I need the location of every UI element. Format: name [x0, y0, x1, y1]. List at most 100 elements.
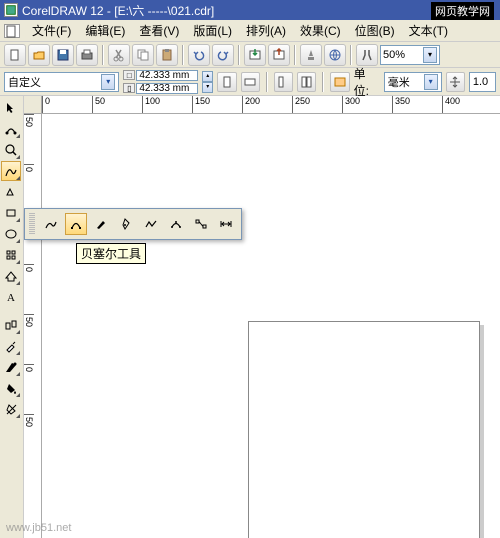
paper-size-value: 自定义 [8, 74, 41, 90]
separator [182, 45, 184, 65]
tooltip: 贝塞尔工具 [76, 243, 146, 264]
basic-shapes-tool[interactable] [1, 266, 21, 286]
chevron-down-icon[interactable]: ▾ [424, 74, 438, 90]
ruler-tick: 300 [342, 96, 392, 113]
menu-file[interactable]: 文件(F) [26, 20, 77, 41]
new-button[interactable] [4, 44, 26, 66]
toolbox-gap [1, 308, 22, 314]
open-button[interactable] [28, 44, 50, 66]
landscape-button[interactable] [241, 72, 260, 92]
menu-bitmap[interactable]: 位图(B) [349, 20, 401, 41]
text-tool[interactable]: A [1, 287, 21, 307]
ruler-tick: 50 [92, 96, 142, 113]
portrait-button[interactable] [217, 72, 236, 92]
chevron-down-icon[interactable]: ▾ [101, 74, 115, 90]
copy-button[interactable] [132, 44, 154, 66]
canvas-area[interactable]: 0 50 100 150 200 250 300 350 400 50 0 50… [24, 96, 500, 538]
dim-spinner[interactable]: ▴ ▾ [202, 71, 213, 93]
pages-button-3[interactable] [330, 72, 349, 92]
options-button[interactable] [356, 44, 378, 66]
shape-tool[interactable] [1, 119, 21, 139]
units-label: 单位: [354, 65, 380, 99]
ruler-vertical[interactable]: 50 0 50 0 50 0 50 [24, 114, 42, 538]
page-boundary [248, 321, 480, 538]
units-value: 毫米 [388, 74, 410, 90]
spin-down-icon[interactable]: ▾ [202, 82, 213, 93]
connector-tool[interactable] [190, 213, 212, 235]
import-button[interactable] [244, 44, 266, 66]
pages-button-2[interactable] [297, 72, 316, 92]
chevron-down-icon[interactable]: ▾ [423, 47, 437, 63]
ruler-corner[interactable] [24, 96, 42, 114]
curve-tool[interactable] [1, 161, 21, 181]
menu-layout[interactable]: 版面(L) [187, 20, 238, 41]
pick-tool[interactable] [1, 98, 21, 118]
zoom-combo[interactable]: 50% ▾ [380, 45, 440, 65]
polyline-tool[interactable] [140, 213, 162, 235]
watermark-bottom: www.jb51.net [6, 522, 71, 534]
doc-icon[interactable] [4, 24, 20, 38]
page-width-input[interactable]: 42.333 mm [136, 70, 198, 81]
blend-tool[interactable] [1, 315, 21, 335]
eyedropper-tool[interactable] [1, 336, 21, 356]
ruler-tick: 150 [192, 96, 242, 113]
polygon-tool[interactable] [1, 245, 21, 265]
watermark-top: 网页教学网 [431, 2, 494, 20]
ruler-tick: 200 [242, 96, 292, 113]
separator [102, 45, 104, 65]
ruler-tick: 50 [24, 314, 34, 364]
ruler-tick: 0 [24, 264, 34, 314]
nudge-input[interactable]: 1.0 [469, 72, 496, 92]
ruler-tick: 350 [392, 96, 442, 113]
pen-tool[interactable] [115, 213, 137, 235]
ruler-tick: 100 [142, 96, 192, 113]
three-point-curve-tool[interactable] [165, 213, 187, 235]
curve-flyout [24, 208, 242, 240]
menu-arrange[interactable]: 排列(A) [240, 20, 292, 41]
undo-button[interactable] [188, 44, 210, 66]
menu-effects[interactable]: 效果(C) [294, 20, 347, 41]
dimension-tool[interactable] [215, 213, 237, 235]
artistic-media-tool[interactable] [90, 213, 112, 235]
smart-draw-tool[interactable] [1, 182, 21, 202]
spin-up-icon[interactable]: ▴ [202, 71, 213, 82]
cut-button[interactable] [108, 44, 130, 66]
save-button[interactable] [52, 44, 74, 66]
pages-button-1[interactable] [274, 72, 293, 92]
separator [294, 45, 296, 65]
redo-button[interactable] [212, 44, 234, 66]
corel-online-button[interactable] [324, 44, 346, 66]
app-launcher-button[interactable] [300, 44, 322, 66]
ruler-tick: 250 [292, 96, 342, 113]
units-combo[interactable]: 毫米 ▾ [384, 72, 442, 92]
nudge-value: 1.0 [473, 76, 488, 88]
outline-tool[interactable] [1, 357, 21, 377]
zoom-value: 50% [383, 49, 405, 61]
standard-toolbar: 50% ▾ [0, 42, 500, 68]
separator [266, 72, 268, 92]
separator [238, 45, 240, 65]
menu-view[interactable]: 查看(V) [133, 20, 185, 41]
paste-button[interactable] [156, 44, 178, 66]
zoom-tool[interactable] [1, 140, 21, 160]
ruler-tick: 0 [42, 96, 92, 113]
interactive-fill-tool[interactable] [1, 399, 21, 419]
paper-size-combo[interactable]: 自定义 ▾ [4, 72, 119, 92]
print-button[interactable] [76, 44, 98, 66]
menu-text[interactable]: 文本(T) [403, 20, 454, 41]
freehand-tool[interactable] [40, 213, 62, 235]
window-title: CorelDRAW 12 - [E:\六 -----\021.cdr] [22, 2, 496, 19]
ellipse-tool[interactable] [1, 224, 21, 244]
ruler-tick: 50 [24, 414, 34, 464]
ruler-horizontal[interactable]: 0 50 100 150 200 250 300 350 400 [42, 96, 500, 114]
ruler-tick: 0 [24, 164, 34, 214]
export-button[interactable] [268, 44, 290, 66]
fill-tool[interactable] [1, 378, 21, 398]
menu-edit[interactable]: 编辑(E) [79, 20, 131, 41]
bezier-tool[interactable] [65, 213, 87, 235]
separator [322, 72, 324, 92]
page-height-input[interactable]: 42.333 mm [136, 83, 198, 94]
rectangle-tool[interactable] [1, 203, 21, 223]
ruler-tick: 50 [24, 114, 34, 164]
flyout-handle[interactable] [29, 213, 35, 235]
